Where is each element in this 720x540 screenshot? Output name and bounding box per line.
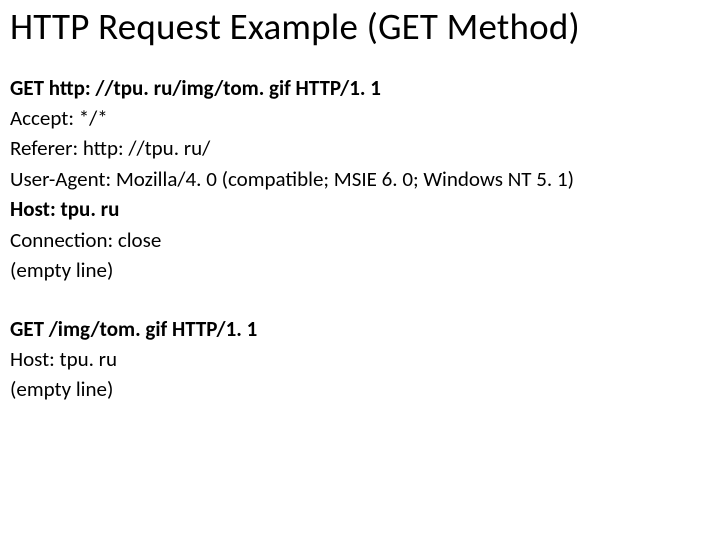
header-connection: Connection: close <box>10 225 710 255</box>
request-line-get-relative: GET /img/tom. gif HTTP/1. 1 <box>10 314 710 344</box>
page-title: HTTP Request Example (GET Method) <box>10 6 710 49</box>
empty-line-note-2: (empty line) <box>10 374 710 404</box>
empty-line-note: (empty line) <box>10 255 710 285</box>
request-block-full: GET http: //tpu. ru/img/tom. gif HTTP/1.… <box>10 73 710 286</box>
header-user-agent: User-Agent: Mozilla/4. 0 (compatible; MS… <box>10 164 710 194</box>
header-referer: Referer: http: //tpu. ru/ <box>10 133 710 163</box>
request-line-get: GET http: //tpu. ru/img/tom. gif HTTP/1.… <box>10 73 710 103</box>
request-block-relative: GET /img/tom. gif HTTP/1. 1 Host: tpu. r… <box>10 314 710 405</box>
slide: HTTP Request Example (GET Method) GET ht… <box>0 0 720 540</box>
header-host-2: Host: tpu. ru <box>10 344 710 374</box>
header-accept: Accept: */* <box>10 103 710 133</box>
header-host: Host: tpu. ru <box>10 194 710 224</box>
